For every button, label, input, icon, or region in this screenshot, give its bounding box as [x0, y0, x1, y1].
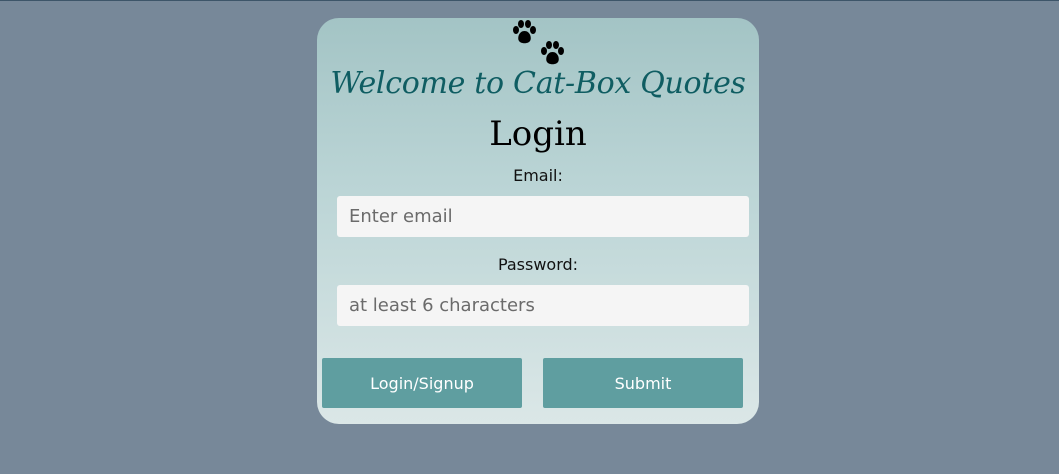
email-label: Email:	[513, 166, 563, 185]
login-signup-button[interactable]: Login/Signup	[322, 358, 522, 408]
welcome-title: Welcome to Cat-Box Quotes	[330, 66, 746, 101]
paw-print-icon	[539, 41, 565, 65]
password-input[interactable]	[337, 285, 749, 326]
paw-print-icon	[511, 20, 537, 44]
login-card: Welcome to Cat-Box Quotes Login Email: P…	[317, 18, 759, 424]
submit-button[interactable]: Submit	[543, 358, 743, 408]
login-heading: Login	[489, 114, 587, 154]
email-input[interactable]	[337, 196, 749, 237]
window-top-border	[0, 0, 1059, 1]
password-label: Password:	[497, 255, 579, 274]
